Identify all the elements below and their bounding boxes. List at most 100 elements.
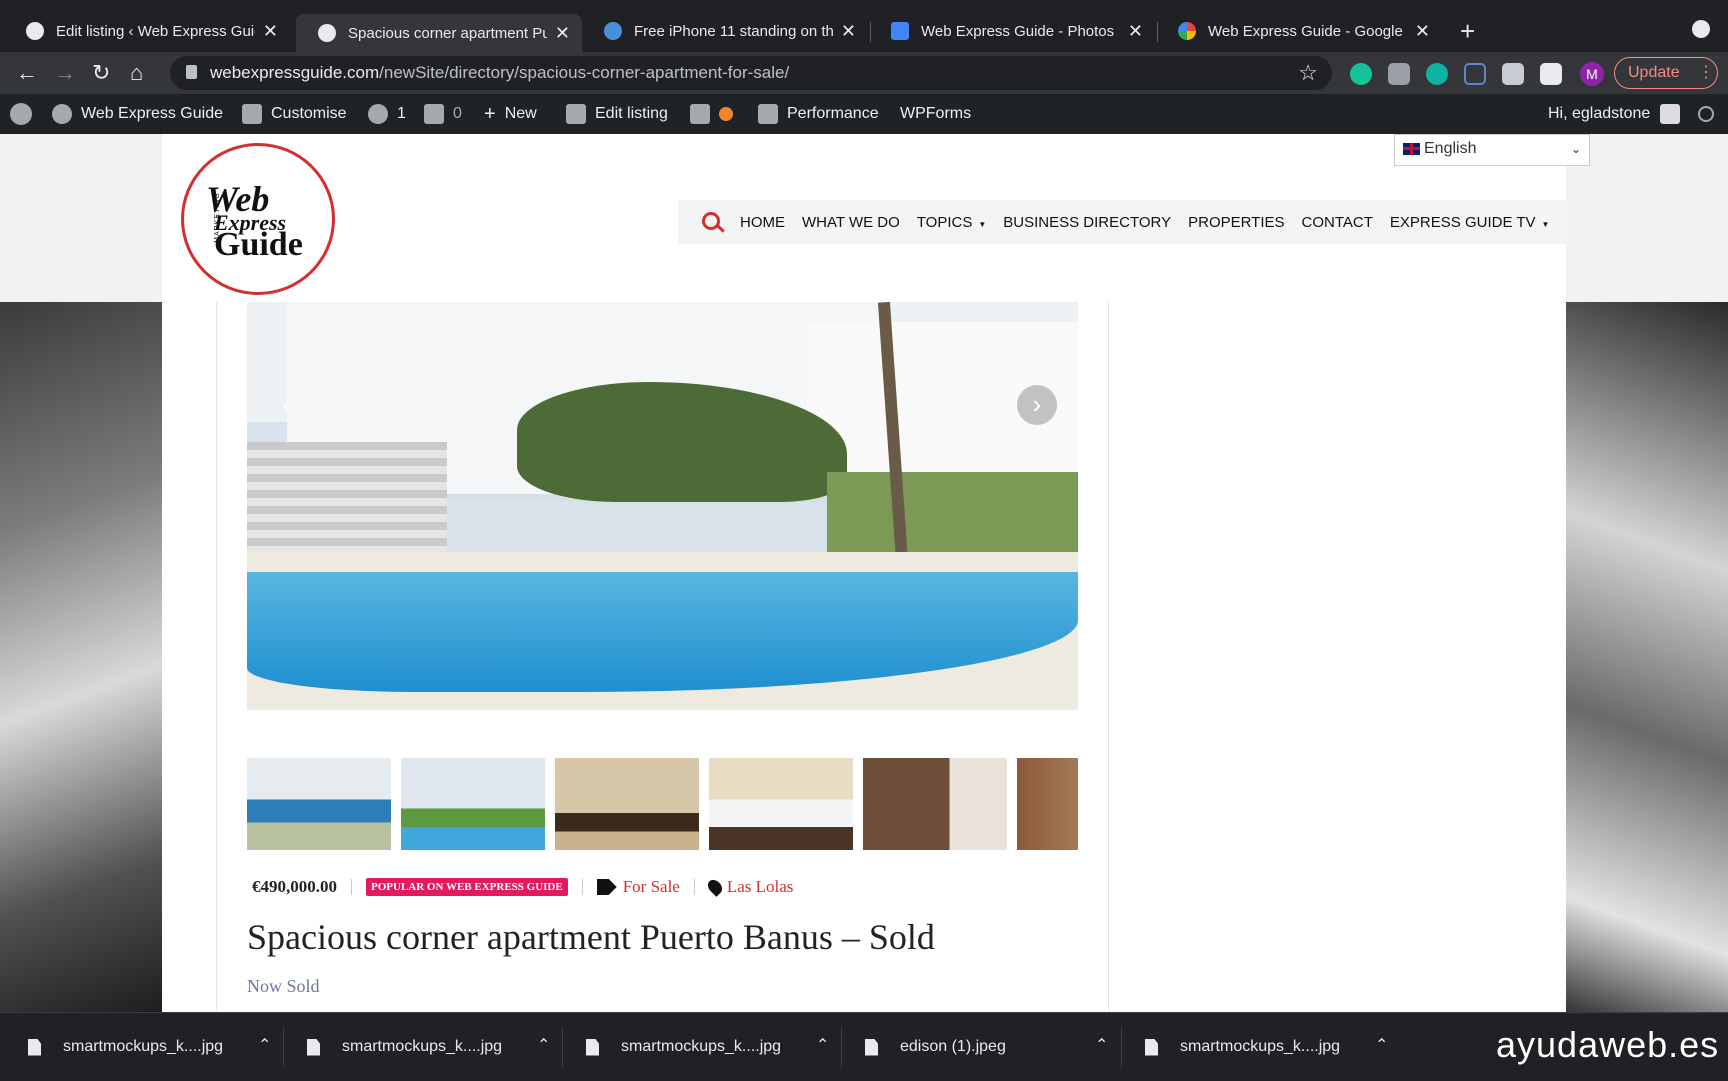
download-item[interactable]: smartmockups_k....jpg ⌃: [1145, 1013, 1388, 1081]
tab-title: Spacious corner apartment Pue: [348, 24, 547, 42]
user-avatar-icon: [1660, 104, 1681, 124]
update-button[interactable]: Update ⋮: [1614, 57, 1718, 89]
tab-search-chevron-icon[interactable]: [1692, 20, 1710, 38]
chevron-up-icon[interactable]: ⌃: [1375, 1035, 1388, 1055]
gallery-thumbnails: [247, 758, 1078, 850]
gallery-thumbnail[interactable]: [1017, 758, 1078, 850]
wordpress-logo-icon[interactable]: [10, 94, 41, 134]
bookmark-star-icon[interactable]: ☆: [1298, 60, 1318, 86]
tab-spacious-apartment[interactable]: Spacious corner apartment Pue ✕: [296, 14, 582, 52]
update-label: Update: [1628, 64, 1680, 81]
admin-new[interactable]: + New: [484, 94, 537, 134]
tab-strip: Edit listing ‹ Web Express Guid ✕ Spacio…: [0, 0, 1728, 52]
admin-comments[interactable]: 0: [424, 94, 462, 134]
meta-divider: [351, 879, 352, 895]
close-tab-icon[interactable]: ✕: [1415, 21, 1430, 42]
download-item[interactable]: edison (1).jpeg ⌃: [865, 1013, 1108, 1081]
file-icon: [28, 1038, 41, 1056]
search-icon[interactable]: [690, 202, 730, 242]
profile-avatar[interactable]: M: [1580, 62, 1604, 86]
nav-what-we-do[interactable]: WHAT WE DO: [802, 214, 900, 231]
meta-divider: [693, 879, 695, 895]
admin-updates[interactable]: 1: [368, 94, 406, 134]
home-icon[interactable]: ⌂: [130, 60, 143, 86]
close-tab-icon[interactable]: ✕: [555, 23, 570, 44]
nav-express-guide-tv[interactable]: EXPRESS GUIDE TV ▼: [1390, 214, 1550, 231]
admin-search-icon[interactable]: [1698, 94, 1723, 134]
chevron-up-icon[interactable]: ⌃: [1095, 1035, 1108, 1055]
wpforms-label: WPForms: [900, 105, 972, 122]
a-extension-icon[interactable]: [1426, 63, 1448, 85]
nav-topics-label: TOPICS: [916, 213, 973, 231]
site-logo[interactable]: MARKETING Web Express Guide: [181, 143, 335, 295]
yoast-icon: [690, 104, 710, 124]
tab-google-search[interactable]: Web Express Guide - Google S ✕: [1156, 14, 1442, 48]
shield-extension-icon[interactable]: [1388, 63, 1410, 85]
admin-account[interactable]: Hi, egladstone: [1548, 94, 1689, 134]
nav-contact[interactable]: CONTACT: [1302, 214, 1373, 231]
yoast-seo[interactable]: [690, 94, 733, 134]
tab-title: Web Express Guide - Photos: [921, 22, 1115, 40]
admin-wpforms[interactable]: WPForms: [900, 94, 971, 134]
close-tab-icon[interactable]: ✕: [263, 21, 278, 42]
meta-divider: [581, 879, 583, 895]
location-pin-icon: [704, 877, 725, 897]
gallery-thumbnail[interactable]: [401, 758, 545, 850]
pen-extension-icon[interactable]: [1464, 63, 1486, 85]
shelf-divider: [841, 1027, 842, 1067]
listing-price: €490,000.00: [252, 877, 337, 896]
tab-title: Free iPhone 11 standing on the: [634, 22, 833, 40]
download-shelf: smartmockups_k....jpg ⌃ smartmockups_k..…: [0, 1012, 1728, 1080]
location-link[interactable]: Las Lolas: [727, 877, 794, 897]
puzzle-extensions-icon[interactable]: [1540, 63, 1562, 85]
nav-home[interactable]: HOME: [740, 214, 785, 231]
download-item[interactable]: smartmockups_k....jpg ⌃: [586, 1013, 829, 1081]
tab-free-iphone[interactable]: Free iPhone 11 standing on the ✕: [582, 14, 868, 48]
gallery-thumbnail[interactable]: [555, 758, 699, 850]
admin-site-name[interactable]: Web Express Guide: [52, 94, 223, 134]
popular-badge: POPULAR ON WEB EXPRESS GUIDE: [366, 878, 568, 896]
listing-meta: €490,000.00 POPULAR ON WEB EXPRESS GUIDE…: [252, 877, 793, 897]
forward-arrow-icon[interactable]: →: [54, 60, 76, 86]
nav-business-directory[interactable]: BUSINESS DIRECTORY: [1003, 214, 1171, 231]
address-bar[interactable]: webexpressguide.com/newSite/directory/sp…: [170, 56, 1332, 90]
language-label: English: [1424, 140, 1477, 157]
reload-icon[interactable]: ↻: [92, 60, 110, 86]
close-tab-icon[interactable]: ✕: [1128, 21, 1143, 42]
category-link[interactable]: For Sale: [623, 877, 680, 897]
chevron-up-icon[interactable]: ⌃: [816, 1035, 829, 1055]
download-filename: smartmockups_k....jpg: [621, 1038, 782, 1055]
url-path: /newSite/directory/spacious-corner-apart…: [379, 63, 790, 82]
photos-favicon-icon: [891, 22, 909, 40]
download-item[interactable]: smartmockups_k....jpg ⌃: [307, 1013, 550, 1081]
tab-edit-listing[interactable]: Edit listing ‹ Web Express Guid ✕: [4, 14, 290, 48]
admin-performance[interactable]: Performance: [758, 94, 879, 134]
gallery-thumbnail[interactable]: [247, 758, 391, 850]
gallery-thumbnail[interactable]: [863, 758, 1007, 850]
file-icon: [307, 1038, 320, 1056]
dropdown-caret-icon: ▼: [978, 219, 987, 229]
gallery-prev-arrow-icon[interactable]: ‹: [267, 385, 307, 425]
plus-icon: +: [484, 103, 496, 125]
chevron-up-icon[interactable]: ⌃: [537, 1035, 550, 1055]
chevron-up-icon[interactable]: ⌃: [258, 1035, 271, 1055]
nav-properties[interactable]: PROPERTIES: [1188, 214, 1284, 231]
admin-edit-listing[interactable]: Edit listing: [566, 94, 668, 134]
file-icon: [586, 1038, 599, 1056]
language-select[interactable]: English ⌄: [1394, 134, 1590, 166]
file-icon: [865, 1038, 878, 1056]
listing-status: Now Sold: [247, 976, 320, 996]
new-tab-plus-icon[interactable]: +: [1460, 16, 1475, 47]
grammarly-extension-icon[interactable]: [1350, 63, 1372, 85]
download-item[interactable]: smartmockups_k....jpg ⌃: [28, 1013, 271, 1081]
close-tab-icon[interactable]: ✕: [841, 21, 856, 42]
admin-customise[interactable]: Customise: [242, 94, 347, 134]
tab-photos[interactable]: Web Express Guide - Photos ✕: [869, 14, 1155, 48]
nav-topics[interactable]: TOPICS ▼: [917, 214, 987, 231]
listing-main-photo: [247, 302, 1078, 710]
kebab-menu-icon[interactable]: ⋮: [1698, 64, 1714, 81]
box-extension-icon[interactable]: [1502, 63, 1524, 85]
gallery-next-arrow-icon[interactable]: ›: [1017, 385, 1057, 425]
gallery-thumbnail[interactable]: [709, 758, 853, 850]
back-arrow-icon[interactable]: ←: [16, 60, 38, 86]
